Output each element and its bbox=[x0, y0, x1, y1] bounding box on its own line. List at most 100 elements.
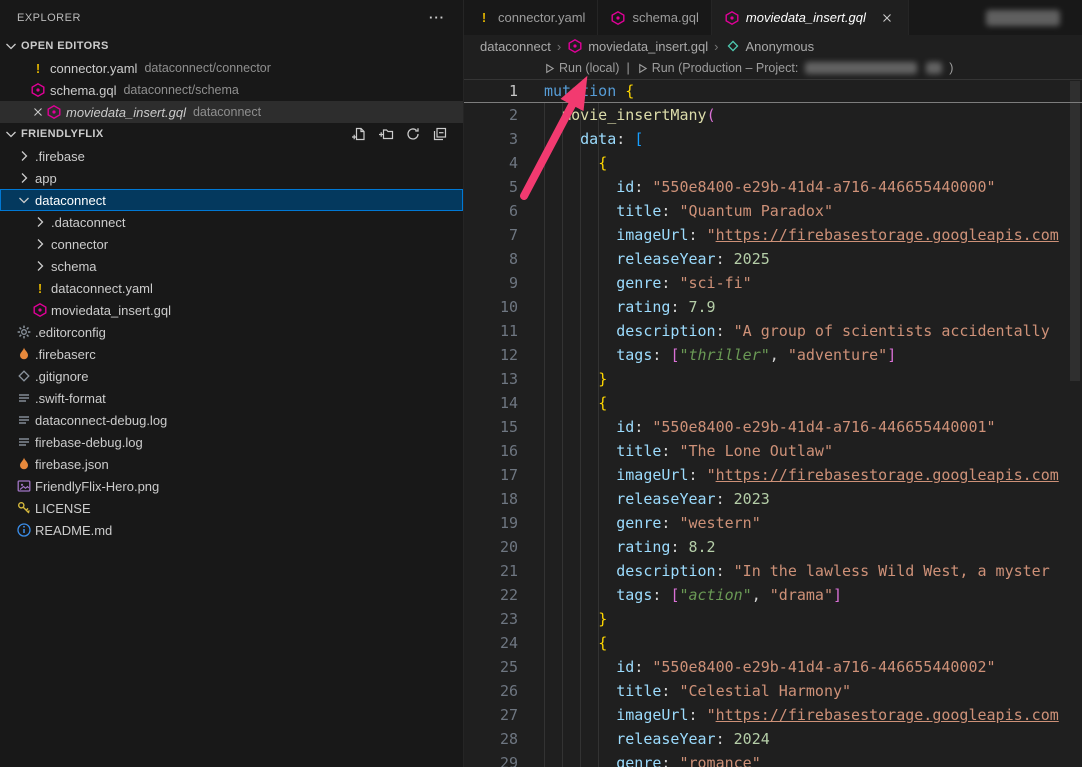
code-token: genre bbox=[616, 514, 661, 532]
code-line-29[interactable]: 29 genre: "romance" bbox=[464, 751, 1082, 767]
run-production-button[interactable]: Run (Production – Project: ) bbox=[637, 61, 954, 75]
code-token: : bbox=[616, 130, 634, 148]
folder-app[interactable]: app bbox=[0, 167, 463, 189]
code-line-1[interactable]: 1mutation { bbox=[464, 79, 1082, 103]
breadcrumb-symbol[interactable]: Anonymous bbox=[746, 39, 815, 54]
code-text: } bbox=[518, 367, 607, 391]
code-line-27[interactable]: 27 imageUrl: "https://firebasestorage.go… bbox=[464, 703, 1082, 727]
code-token: "550e8400-e29b-41d4-a716-446655440001" bbox=[652, 418, 995, 436]
code-line-16[interactable]: 16 title: "The Lone Outlaw" bbox=[464, 439, 1082, 463]
code-token: "adventure" bbox=[788, 346, 887, 364]
line-number: 15 bbox=[464, 415, 518, 439]
code-token: } bbox=[598, 610, 607, 628]
tree-item-label: connector bbox=[51, 237, 108, 252]
tree-item-label: dataconnect.yaml bbox=[51, 281, 153, 296]
folder-connector[interactable]: connector bbox=[0, 233, 463, 255]
file-.firebaserc[interactable]: .firebaserc bbox=[0, 343, 463, 365]
code-line-6[interactable]: 6 title: "Quantum Paradox" bbox=[464, 199, 1082, 223]
run-production-label: Run (Production – Project: bbox=[652, 61, 799, 75]
code-line-12[interactable]: 12 tags: ["thriller", "adventure"] bbox=[464, 343, 1082, 367]
folder-.dataconnect[interactable]: .dataconnect bbox=[0, 211, 463, 233]
code-line-8[interactable]: 8 releaseYear: 2025 bbox=[464, 247, 1082, 271]
file-LICENSE[interactable]: LICENSE bbox=[0, 497, 463, 519]
code-line-13[interactable]: 13 } bbox=[464, 367, 1082, 391]
file-firebase.json[interactable]: firebase.json bbox=[0, 453, 463, 475]
code-token: https://firebasestorage.googleapis.com bbox=[716, 226, 1059, 244]
code-token: : bbox=[689, 466, 707, 484]
code-token: releaseYear bbox=[616, 490, 715, 508]
code-token bbox=[544, 730, 616, 748]
folder-.firebase[interactable]: .firebase bbox=[0, 145, 463, 167]
tab-schema-gql[interactable]: schema.gql bbox=[598, 0, 711, 35]
scrollbar-thumb[interactable] bbox=[1070, 81, 1080, 381]
tab-connector-yaml[interactable]: ! connector.yaml bbox=[464, 0, 598, 35]
code-line-21[interactable]: 21 description: "In the lawless Wild Wes… bbox=[464, 559, 1082, 583]
code-line-5[interactable]: 5 id: "550e8400-e29b-41d4-a716-446655440… bbox=[464, 175, 1082, 199]
code-line-2[interactable]: 2 movie_insertMany( bbox=[464, 103, 1082, 127]
code-token: [ bbox=[634, 130, 643, 148]
code-text: tags: ["action", "drama"] bbox=[518, 583, 842, 607]
folder-dataconnect[interactable]: dataconnect bbox=[0, 189, 463, 211]
line-number: 8 bbox=[464, 247, 518, 271]
code-line-4[interactable]: 4 { bbox=[464, 151, 1082, 175]
file-moviedata_insert.gql[interactable]: moviedata_insert.gql bbox=[0, 299, 463, 321]
file-dataconnect.yaml[interactable]: !dataconnect.yaml bbox=[0, 277, 463, 299]
editor-scrollbar[interactable] bbox=[1068, 57, 1082, 767]
code-line-28[interactable]: 28 releaseYear: 2024 bbox=[464, 727, 1082, 751]
collapse-folders-button[interactable] bbox=[431, 125, 449, 143]
code-line-20[interactable]: 20 rating: 8.2 bbox=[464, 535, 1082, 559]
file-.swift-format[interactable]: .swift-format bbox=[0, 387, 463, 409]
open-editor-schema-gql[interactable]: schema.gql dataconnect/schema bbox=[0, 79, 463, 101]
file-FriendlyFlix-Hero.png[interactable]: FriendlyFlix-Hero.png bbox=[0, 475, 463, 497]
code-text: imageUrl: "https://firebasestorage.googl… bbox=[518, 223, 1059, 247]
tab-moviedata-insert-gql[interactable]: moviedata_insert.gql bbox=[712, 0, 909, 35]
code-token: , bbox=[770, 346, 788, 364]
code-line-14[interactable]: 14 { bbox=[464, 391, 1082, 415]
workspace-title: FRIENDLYFLIX bbox=[21, 128, 104, 140]
code-line-17[interactable]: 17 imageUrl: "https://firebasestorage.go… bbox=[464, 463, 1082, 487]
code-line-18[interactable]: 18 releaseYear: 2023 bbox=[464, 487, 1082, 511]
file-dataconnect-debug.log[interactable]: dataconnect-debug.log bbox=[0, 409, 463, 431]
code-line-25[interactable]: 25 id: "550e8400-e29b-41d4-a716-44665544… bbox=[464, 655, 1082, 679]
tree-item-label: app bbox=[35, 171, 57, 186]
more-actions-icon[interactable]: ··· bbox=[429, 10, 445, 25]
code-line-11[interactable]: 11 description: "A group of scientists a… bbox=[464, 319, 1082, 343]
run-local-button[interactable]: Run (local) bbox=[544, 61, 619, 75]
file-.gitignore[interactable]: .gitignore bbox=[0, 365, 463, 387]
code-line-3[interactable]: 3 data: [ bbox=[464, 127, 1082, 151]
chevron-down-icon bbox=[16, 192, 32, 208]
file-README.md[interactable]: README.md bbox=[0, 519, 463, 541]
refresh-icon bbox=[405, 126, 421, 142]
code-token bbox=[544, 202, 616, 220]
open-editor-moviedata-insert-gql[interactable]: moviedata_insert.gql dataconnect bbox=[0, 101, 463, 123]
code-line-24[interactable]: 24 { bbox=[464, 631, 1082, 655]
close-editor-button[interactable] bbox=[30, 104, 46, 120]
close-icon bbox=[880, 11, 894, 25]
workspace-header[interactable]: FRIENDLYFLIX bbox=[0, 123, 463, 145]
code-line-26[interactable]: 26 title: "Celestial Harmony" bbox=[464, 679, 1082, 703]
document-lines-icon bbox=[16, 390, 32, 406]
new-folder-button[interactable] bbox=[377, 125, 395, 143]
code-line-7[interactable]: 7 imageUrl: "https://firebasestorage.goo… bbox=[464, 223, 1082, 247]
file-firebase-debug.log[interactable]: firebase-debug.log bbox=[0, 431, 463, 453]
code-line-9[interactable]: 9 genre: "sci-fi" bbox=[464, 271, 1082, 295]
code-token: title bbox=[616, 682, 661, 700]
refresh-explorer-button[interactable] bbox=[404, 125, 422, 143]
graphql-icon bbox=[567, 38, 583, 54]
code-line-15[interactable]: 15 id: "550e8400-e29b-41d4-a716-44665544… bbox=[464, 415, 1082, 439]
warning-icon: ! bbox=[476, 10, 492, 26]
breadcrumb-folder[interactable]: dataconnect bbox=[480, 39, 551, 54]
code-token: : bbox=[661, 682, 679, 700]
code-line-23[interactable]: 23 } bbox=[464, 607, 1082, 631]
open-editor-connector-yaml[interactable]: ! connector.yaml dataconnect/connector bbox=[0, 57, 463, 79]
folder-schema[interactable]: schema bbox=[0, 255, 463, 277]
open-editors-header[interactable]: OPEN EDITORS bbox=[0, 35, 463, 57]
code-line-22[interactable]: 22 tags: ["action", "drama"] bbox=[464, 583, 1082, 607]
file-.editorconfig[interactable]: .editorconfig bbox=[0, 321, 463, 343]
code-token bbox=[544, 586, 616, 604]
code-line-10[interactable]: 10 rating: 7.9 bbox=[464, 295, 1082, 319]
code-line-19[interactable]: 19 genre: "western" bbox=[464, 511, 1082, 535]
new-file-button[interactable] bbox=[350, 125, 368, 143]
close-tab-button[interactable] bbox=[878, 9, 896, 27]
breadcrumb-file[interactable]: moviedata_insert.gql bbox=[588, 39, 708, 54]
